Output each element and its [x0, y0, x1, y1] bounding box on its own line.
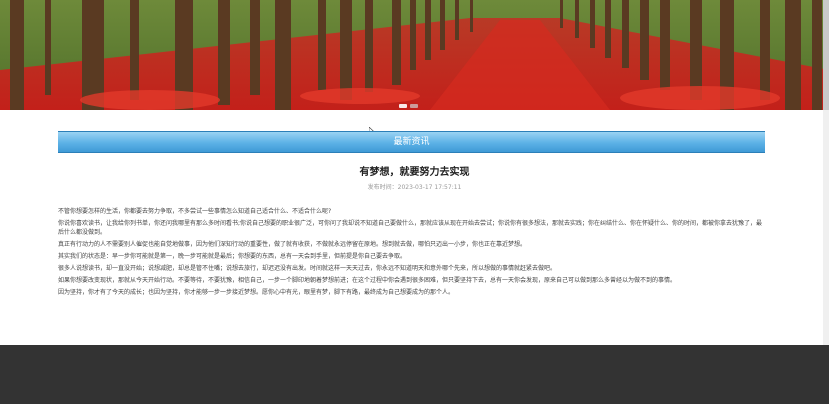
- page-footer: [0, 345, 829, 404]
- article-paragraph: 你说你喜欢读书，让我给你列书单，你还问我哪里有那么多时间看书;你说自己想要的职业…: [58, 220, 763, 236]
- scrollbar[interactable]: [823, 0, 829, 404]
- section-header-latest-news: 最新资讯: [58, 131, 765, 153]
- article-paragraph: 真正有行动力的人不需要别人催促也能自觉地做事，因为他们深知行动的重要性，做了就有…: [58, 241, 527, 248]
- article-paragraph: 其实我们的状态是：早一步你可能就是第一，晚一步可能就是最后；你想要的东西，总有一…: [58, 253, 407, 260]
- slider-dot-active[interactable]: [399, 104, 407, 108]
- article-content: 不管你想要怎样的生活，你都要去努力争取，不多尝试一些事情怎么知道自己适合什么、不…: [58, 207, 765, 300]
- article-meta: 发布时间：2023-03-17 17:57:11: [367, 184, 462, 191]
- section-title: 最新资讯: [393, 137, 430, 147]
- slider-dot[interactable]: [410, 104, 418, 108]
- article-paragraph: 因为坚持，你才有了今天的成长；也因为坚持，你才能够一步一步接近梦想。愿你心中有光…: [58, 289, 455, 296]
- article-paragraph: 不管你想要怎样的生活，你都要去努力争取，不多尝试一些事情怎么知道自己适合什么、不…: [58, 208, 332, 215]
- hero-banner: [0, 0, 829, 110]
- slider-indicator: [399, 104, 418, 108]
- article-paragraph: 如果你想要改变现状，那就从今天开始行动。不要等待，不要犹豫，相信自己，一步一个脚…: [58, 277, 677, 284]
- scrollbar-thumb[interactable]: [823, 0, 829, 110]
- article-paragraph: 很多人说想读书，却一直没开始；说想减肥，却总是管不住嘴；说想去旅行，却迟迟没有出…: [58, 265, 557, 272]
- article-title: 有梦想，就要努力去实现: [359, 167, 470, 178]
- banner-image: [0, 0, 829, 110]
